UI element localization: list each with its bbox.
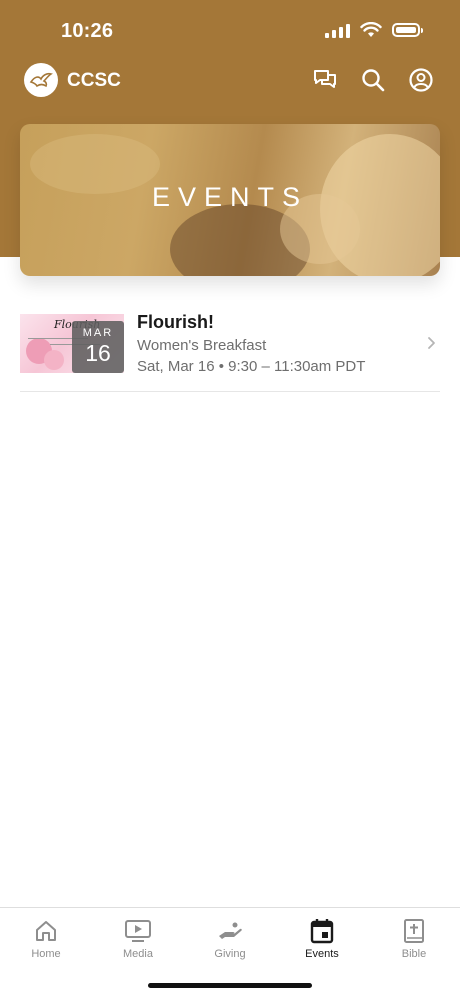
battery-icon [392,23,423,37]
home-indicator [148,983,312,988]
event-title: Flourish! [137,312,214,332]
search-button[interactable] [360,67,386,93]
tab-media[interactable]: Media [92,916,184,960]
event-list-item[interactable]: Flourish MAR 16 Flourish! Women's Breakf… [20,310,440,392]
badge-day: 16 [85,340,111,366]
event-date-badge: MAR 16 [72,321,124,373]
status-icons [325,22,423,38]
status-time: 10:26 [61,20,114,42]
tab-label: Home [31,948,61,960]
giving-icon [219,922,242,939]
messages-button[interactable] [312,67,338,93]
search-icon [362,69,385,92]
tab-events[interactable]: Events [276,916,368,960]
profile-button[interactable] [408,67,434,93]
event-subtitle: Women's Breakfast [137,337,267,354]
wifi-icon [360,22,382,37]
cellular-signal-icon [325,22,350,38]
tab-label: Events [305,948,339,960]
church-logo[interactable] [24,63,58,97]
tab-label: Bible [401,948,427,960]
messages-icon [314,70,336,88]
status-bar: 10:26 [0,0,460,62]
tab-label: Giving [214,948,246,960]
bible-icon [404,919,424,943]
chevron-right-icon [428,337,435,349]
media-icon [125,920,151,942]
event-datetime: Sat, Mar 16 • 9:30 – 11:30am PDT [137,358,366,375]
hero-title: EVENTS [151,182,309,212]
profile-icon [409,68,433,92]
dove-logo-icon [29,72,53,88]
home-icon [36,921,56,941]
top-app-bar: CCSC [0,62,460,102]
events-hero-banner: EVENTS [20,124,440,276]
tab-giving[interactable]: Giving [184,916,276,960]
calendar-icon [310,919,334,944]
top-actions [312,67,434,93]
tab-label: Media [123,948,153,960]
badge-month: MAR [82,327,114,339]
tab-bible[interactable]: Bible [368,916,460,960]
tab-home[interactable]: Home [0,916,92,960]
brand-name: CCSC [67,70,121,91]
